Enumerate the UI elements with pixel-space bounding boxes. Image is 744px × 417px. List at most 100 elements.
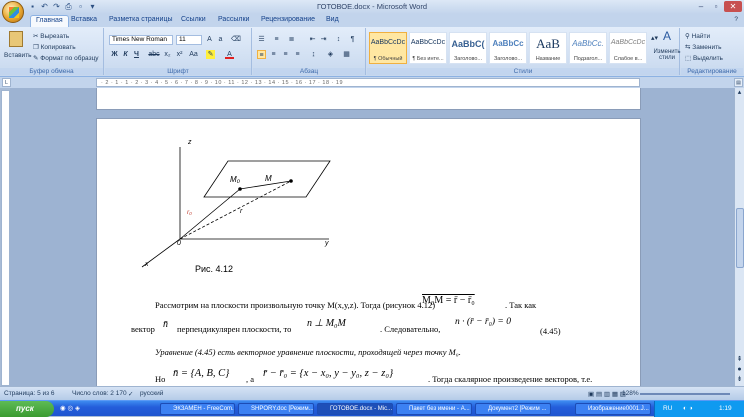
taskbar-item-dokument2[interactable]: Документ2 [Режим ... xyxy=(475,403,551,415)
style-subtle-emphasis[interactable]: AaBbCcDc Слабое в... xyxy=(609,32,647,64)
replace-button[interactable]: ⇆ Заменить xyxy=(685,43,721,51)
horizontal-ruler[interactable]: · 2 · 1 · 1 · 2 · 3 · 4 · 5 · 6 · 7 · 8 … xyxy=(96,78,640,87)
taskbar-item-gotovoe[interactable]: ГОТОВОЕ.docx - Mic... xyxy=(317,403,393,415)
sort-icon[interactable]: ↕ xyxy=(334,35,343,44)
next-page-icon[interactable]: ⇟ xyxy=(735,375,744,384)
change-styles-icon[interactable]: A xyxy=(658,30,676,46)
formula-n-components: n̄ = {A, B, C} xyxy=(173,368,230,379)
clock[interactable]: 1:19 xyxy=(719,405,732,412)
tab-insert[interactable]: Вставка xyxy=(71,16,97,23)
tab-home[interactable]: Главная xyxy=(30,15,69,27)
style-no-spacing[interactable]: AaBbCcDc ¶ Без инте... xyxy=(409,32,447,64)
font-color-icon[interactable]: A xyxy=(225,50,234,59)
word-count[interactable]: Число слов: 2 170 xyxy=(72,390,127,397)
change-styles-button[interactable]: Изменить стили xyxy=(653,49,681,61)
subscript-icon[interactable]: x₂ xyxy=(163,50,172,59)
tray-icons[interactable]: ◐ ◑ xyxy=(683,405,693,412)
document-area[interactable]: z y x 0 M₀ M r₀ r Рис. 4.12 Рассмотрим н… xyxy=(10,88,734,386)
clear-format-icon[interactable]: ⌫ xyxy=(231,35,241,44)
browse-object-icon[interactable]: ● xyxy=(735,365,744,374)
paste-icon[interactable] xyxy=(9,31,23,47)
tab-review[interactable]: Рецензирование xyxy=(261,16,315,23)
decrease-indent-icon[interactable]: ⇤ xyxy=(308,35,317,44)
show-marks-icon[interactable]: ¶ xyxy=(348,35,357,44)
m0-label: M₀ xyxy=(230,175,241,184)
grow-font-icon[interactable]: A xyxy=(205,35,214,44)
align-right-icon[interactable]: ≡ xyxy=(281,50,290,59)
increase-indent-icon[interactable]: ⇥ xyxy=(319,35,328,44)
tab-page-layout[interactable]: Разметка страницы xyxy=(109,16,173,23)
help-icon[interactable]: ? xyxy=(734,16,738,23)
page-current[interactable]: z y x 0 M₀ M r₀ r Рис. 4.12 Рассмотрим н… xyxy=(96,118,641,386)
style-name: ¶ Без инте... xyxy=(412,56,444,62)
maximize-button[interactable]: ▫ xyxy=(709,1,723,12)
italic-icon[interactable]: К xyxy=(121,50,130,59)
change-case-icon[interactable]: Aa xyxy=(189,50,198,59)
zoom-slider[interactable] xyxy=(640,393,730,395)
view-ruler-icon[interactable]: ▤ xyxy=(734,78,743,87)
taskbar-item-image[interactable]: Изображение0001.J... xyxy=(575,403,651,415)
tab-selector-icon[interactable]: L xyxy=(2,78,11,87)
find-button[interactable]: ⚲ Найти xyxy=(685,32,710,40)
tab-mailings[interactable]: Рассылки xyxy=(218,16,249,23)
numbering-icon[interactable]: ≡ xyxy=(272,35,281,44)
style-sample: AaBbCcDc xyxy=(610,39,646,46)
shading-icon[interactable]: ◈ xyxy=(326,50,335,59)
line-spacing-icon[interactable]: ↨ xyxy=(309,50,318,59)
justify-icon[interactable]: ≡ xyxy=(293,50,302,59)
zoom-level[interactable]: 128% xyxy=(622,390,639,397)
select-label: Выделить xyxy=(692,55,723,62)
font-name-combo[interactable]: Times New Roman xyxy=(109,35,173,45)
clipboard-group-label: Буфер обмена xyxy=(0,68,103,75)
copy-button[interactable]: ❐ Копировать xyxy=(33,43,76,51)
language-bar[interactable]: RU xyxy=(663,405,672,412)
vertical-ruler[interactable] xyxy=(1,90,10,386)
tab-references[interactable]: Ссылки xyxy=(181,16,206,23)
bullets-icon[interactable]: ☰ xyxy=(257,35,266,44)
scroll-up-icon[interactable]: ▴ xyxy=(735,88,744,97)
taskbar-item-paket[interactable]: Пакет без имени - A... xyxy=(396,403,472,415)
vertical-scrollbar[interactable]: ▴ ⇞ ● ⇟ xyxy=(734,88,744,386)
shrink-font-icon[interactable]: a xyxy=(216,35,225,44)
minimize-button[interactable]: – xyxy=(694,1,708,12)
ribbon-tabs: Главная Вставка Разметка страницы Ссылки… xyxy=(0,14,744,27)
multilevel-list-icon[interactable]: ≣ xyxy=(287,35,296,44)
formula-m0m: M₀M = r̄ − r̄₀ xyxy=(422,295,475,306)
start-button[interactable]: пуск xyxy=(0,401,54,417)
paste-button[interactable]: Вставить xyxy=(4,52,32,59)
style-title[interactable]: AaB Название xyxy=(529,32,567,64)
view-buttons[interactable]: ▣ ▤ ▥ ▦ ▧ xyxy=(588,390,626,398)
taskbar-item-examen[interactable]: ЭКЗАМЕН - FreeCom... xyxy=(160,403,235,415)
style-sample: AaBbCcDc xyxy=(410,39,446,46)
close-button[interactable]: ✕ xyxy=(724,1,742,12)
taskbar-item-shpory[interactable]: SHPORY.doc [Режим... xyxy=(238,403,314,415)
underline-icon[interactable]: Ч xyxy=(132,50,141,59)
cut-button[interactable]: ✂ Вырезать xyxy=(33,32,69,40)
prev-page-icon[interactable]: ⇞ xyxy=(735,355,744,364)
superscript-icon[interactable]: x² xyxy=(175,50,184,59)
align-center-icon[interactable]: ≡ xyxy=(269,50,278,59)
style-heading-2[interactable]: AaBbCc Заголово... xyxy=(489,32,527,64)
vector-r xyxy=(179,180,292,240)
font-size-combo[interactable]: 11 xyxy=(176,35,202,45)
borders-icon[interactable]: ▦ xyxy=(342,50,351,59)
tab-view[interactable]: Вид xyxy=(326,16,339,23)
strikethrough-icon[interactable]: abc xyxy=(147,50,161,59)
style-subtitle[interactable]: AaBbCc. Подзагол... xyxy=(569,32,607,64)
font-group-label: Шрифт xyxy=(105,68,251,75)
y-axis-label: y xyxy=(325,240,329,247)
format-painter-button[interactable]: ✎ Формат по образцу xyxy=(33,54,99,62)
spell-check-icon[interactable]: ✓ xyxy=(128,390,133,398)
highlight-icon[interactable]: ✎ xyxy=(206,50,215,59)
style-normal[interactable]: AaBbCcDc ¶ Обычный xyxy=(369,32,407,64)
select-button[interactable]: ⬚ Выделить xyxy=(685,54,723,62)
scroll-thumb[interactable] xyxy=(736,208,744,268)
page-indicator[interactable]: Страница: 5 из 6 xyxy=(4,390,55,397)
align-left-icon[interactable]: ≡ xyxy=(257,50,266,59)
office-button[interactable] xyxy=(2,1,24,23)
quick-launch[interactable]: ◉ ◎ ◈ xyxy=(60,404,80,412)
style-name: ¶ Обычный xyxy=(373,56,403,62)
language-indicator[interactable]: русский xyxy=(140,390,163,397)
bold-icon[interactable]: Ж xyxy=(110,50,119,59)
style-heading-1[interactable]: AaBbC(Заголово... xyxy=(449,32,487,64)
